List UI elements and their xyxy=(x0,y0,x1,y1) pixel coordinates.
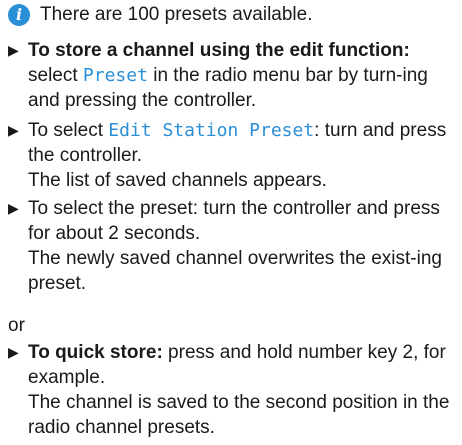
info-text: There are 100 presets available. xyxy=(40,4,313,25)
step-text: To select xyxy=(28,120,109,141)
step-heading: To store a channel using the edit functi… xyxy=(28,40,410,61)
menu-term-preset: Preset xyxy=(82,65,148,86)
step-body: To select Edit Station Preset: turn and … xyxy=(28,118,458,193)
step-edit-function: ▶ To store a channel using the edit func… xyxy=(8,38,458,113)
step-body: To select the preset: turn the controlle… xyxy=(28,196,458,296)
step-result: The channel is saved to the second posit… xyxy=(28,392,450,438)
step-select-preset: ▶ To select the preset: turn the control… xyxy=(8,196,458,296)
step-heading: To quick store: xyxy=(28,342,163,363)
step-text: select xyxy=(28,65,83,86)
step-quick-store: ▶ To quick store: press and hold number … xyxy=(8,340,458,440)
manual-page: i There are 100 presets available. ▶ To … xyxy=(0,0,462,445)
step-body: To store a channel using the edit functi… xyxy=(28,38,458,113)
step-result: The newly saved channel overwrites the e… xyxy=(28,248,442,294)
or-separator: or xyxy=(8,315,25,336)
info-note: i There are 100 presets available. xyxy=(8,2,313,27)
info-icon: i xyxy=(8,3,30,26)
step-result: The list of saved channels appears. xyxy=(28,170,327,191)
step-edit-station-preset: ▶ To select Edit Station Preset: turn an… xyxy=(8,118,458,193)
triangle-bullet-icon: ▶ xyxy=(8,200,19,216)
menu-term-edit-station-preset: Edit Station Preset xyxy=(108,120,315,141)
triangle-bullet-icon: ▶ xyxy=(8,122,19,138)
triangle-bullet-icon: ▶ xyxy=(8,42,19,58)
step-body: To quick store: press and hold number ke… xyxy=(28,340,458,440)
step-text: To select the preset: turn the controlle… xyxy=(28,198,440,244)
triangle-bullet-icon: ▶ xyxy=(8,344,19,360)
